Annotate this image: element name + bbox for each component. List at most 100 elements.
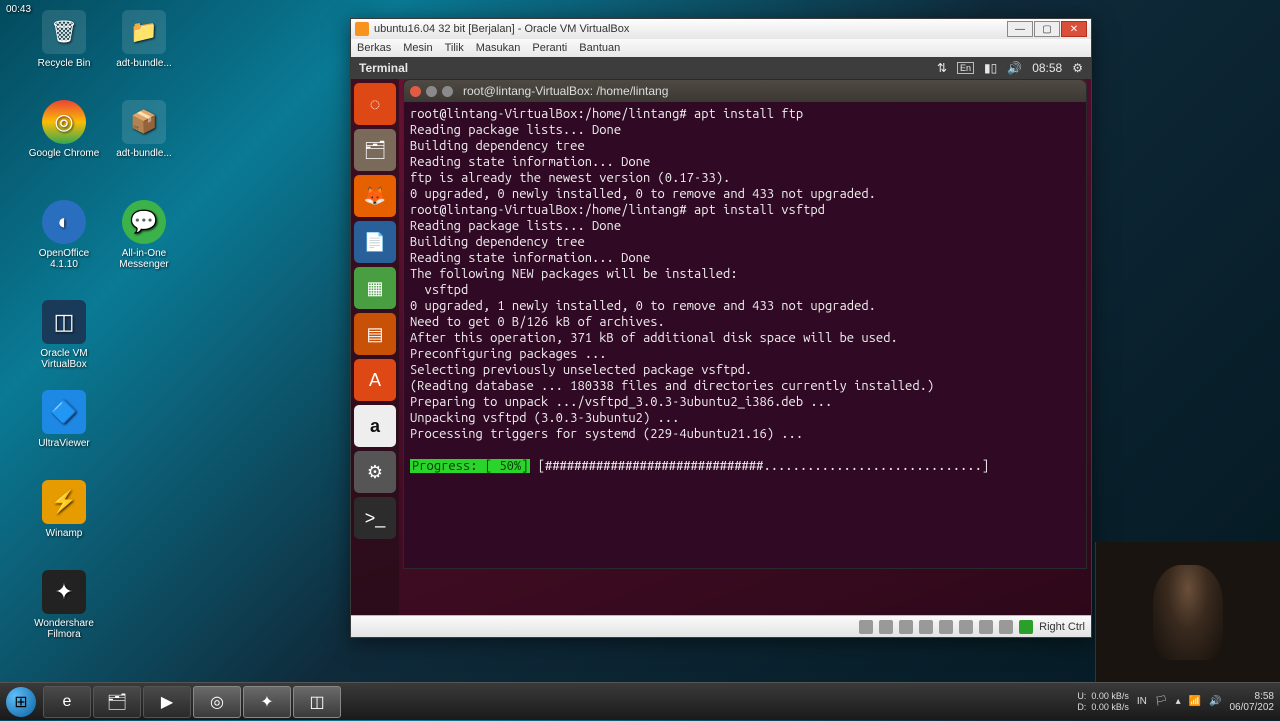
icon-label: Oracle VM VirtualBox	[28, 348, 100, 370]
desktop-icon-recycle-bin[interactable]: 🗑 Recycle Bin	[28, 10, 100, 69]
icon-label: adt-bundle...	[108, 58, 180, 69]
icon-label: UltraViewer	[28, 438, 100, 449]
desktop-icon-ultraviewer[interactable]: 🔷 UltraViewer	[28, 390, 100, 449]
tray-chevron-up-icon[interactable]: ▴	[1176, 696, 1181, 707]
terminal-window: root@lintang-VirtualBox: /home/lintang r…	[403, 79, 1087, 569]
launcher-software[interactable]: A	[354, 359, 396, 401]
vbox-display-icon[interactable]	[959, 620, 973, 634]
menu-bantuan[interactable]: Bantuan	[579, 42, 620, 54]
terminal-body[interactable]: root@lintang-VirtualBox:/home/lintang# a…	[404, 102, 1086, 478]
vbox-mouse-icon[interactable]	[999, 620, 1013, 634]
keyboard-lang[interactable]: En	[957, 62, 974, 74]
tray-clock[interactable]: 8:58 06/07/202	[1230, 691, 1275, 713]
vbox-statusbar: Right Ctrl	[351, 615, 1091, 637]
menu-berkas[interactable]: Berkas	[357, 42, 391, 54]
vbox-hostkey: Right Ctrl	[1039, 621, 1085, 633]
menu-mesin[interactable]: Mesin	[403, 42, 432, 54]
icon-label: OpenOffice 4.1.10	[28, 248, 100, 270]
chrome-icon: ◎	[42, 100, 86, 144]
vbox-shared-icon[interactable]	[939, 620, 953, 634]
progress-label: Progress: [ 50%]	[410, 459, 530, 473]
menu-peranti[interactable]: Peranti	[532, 42, 567, 54]
minimize-button[interactable]: —	[1007, 21, 1033, 37]
vbox-hd-icon[interactable]	[859, 620, 873, 634]
menu-tilik[interactable]: Tilik	[445, 42, 464, 54]
launcher-amazon[interactable]: a	[354, 405, 396, 447]
trash-icon: 🗑	[42, 10, 86, 54]
virtualbox-icon	[355, 22, 369, 36]
taskbar-mediaplayer[interactable]: ▶	[143, 686, 191, 718]
terminal-close-icon[interactable]	[410, 86, 421, 97]
volume-icon[interactable]: 🔊	[1007, 61, 1022, 75]
taskbar-ie[interactable]: e	[43, 686, 91, 718]
ubuntu-topbar-title: Terminal	[359, 61, 408, 75]
tray-lang[interactable]: IN	[1137, 696, 1147, 707]
icon-label: All-in-One Messenger	[108, 248, 180, 270]
taskbar-explorer[interactable]: 🗂	[93, 686, 141, 718]
openoffice-icon: ◐	[42, 200, 86, 244]
ubuntu-launcher: ◌ 🗂 🦊 📄 ▦ ▤ A a ⚙ >_	[351, 79, 399, 615]
progress-bar: [##############################.........…	[530, 459, 989, 473]
webcam-overlay	[1095, 542, 1280, 682]
launcher-firefox[interactable]: 🦊	[354, 175, 396, 217]
launcher-calc[interactable]: ▦	[354, 267, 396, 309]
vbox-title: ubuntu16.04 32 bit [Berjalan] - Oracle V…	[374, 23, 629, 35]
vbox-titlebar[interactable]: ubuntu16.04 32 bit [Berjalan] - Oracle V…	[351, 19, 1091, 39]
windows-icon: ⊞	[6, 687, 36, 717]
ubuntu-guest: Terminal ⇅ En ▮▯ 🔊 08:58 ⚙ ◌ 🗂 🦊 📄 ▦ ▤ A…	[351, 57, 1091, 615]
person-silhouette	[1153, 565, 1223, 660]
ultraviewer-icon: 🔷	[42, 390, 86, 434]
vbox-net-icon[interactable]	[899, 620, 913, 634]
vbox-menubar: Berkas Mesin Tilik Masukan Peranti Bantu…	[351, 39, 1091, 57]
network-icon[interactable]: ⇅	[937, 61, 947, 75]
close-button[interactable]: ✕	[1061, 21, 1087, 37]
gear-icon[interactable]: ⚙	[1072, 61, 1083, 75]
vbox-cd-icon[interactable]	[879, 620, 893, 634]
net-speed: U: 0.00 kB/s D: 0.00 kB/s	[1077, 691, 1129, 713]
ubuntu-topbar: Terminal ⇅ En ▮▯ 🔊 08:58 ⚙	[351, 57, 1091, 79]
winamp-icon: ⚡	[42, 480, 86, 524]
archive-icon: 📦	[122, 100, 166, 144]
terminal-titlebar[interactable]: root@lintang-VirtualBox: /home/lintang	[404, 80, 1086, 102]
desktop-icon-messenger[interactable]: 💬 All-in-One Messenger	[108, 200, 180, 270]
desktop-icon-adt2[interactable]: 📦 adt-bundle...	[108, 100, 180, 159]
taskbar-chrome[interactable]: ◎	[193, 686, 241, 718]
desktop-icon-adt[interactable]: 📁adt-bundle...	[108, 10, 180, 69]
icon-label: Winamp	[28, 528, 100, 539]
icon-label: Wondershare Filmora	[28, 618, 100, 640]
icon-label: adt-bundle...	[108, 148, 180, 159]
vbox-capture-icon[interactable]	[1019, 620, 1033, 634]
taskbar-filmora[interactable]: ✦	[243, 686, 291, 718]
icon-label: Recycle Bin	[28, 58, 100, 69]
desktop-icon-winamp[interactable]: ⚡ Winamp	[28, 480, 100, 539]
terminal-minimize-icon[interactable]	[426, 86, 437, 97]
tray-flag-icon[interactable]: 🏳	[1155, 696, 1168, 707]
launcher-files[interactable]: 🗂	[354, 129, 396, 171]
launcher-impress[interactable]: ▤	[354, 313, 396, 355]
menu-masukan[interactable]: Masukan	[476, 42, 521, 54]
system-tray: U: 0.00 kB/s D: 0.00 kB/s IN 🏳 ▴ 📶 🔊 8:5…	[1077, 691, 1280, 713]
maximize-button[interactable]: ▢	[1034, 21, 1060, 37]
windows-taskbar: ⊞ e 🗂 ▶ ◎ ✦ ◫ U: 0.00 kB/s D: 0.00 kB/s …	[0, 682, 1280, 720]
desktop-icon-filmora[interactable]: ✦Wondershare Filmora	[28, 570, 100, 640]
launcher-dash[interactable]: ◌	[354, 83, 396, 125]
tray-volume-icon[interactable]: 🔊	[1209, 696, 1221, 707]
virtualbox-window: ubuntu16.04 32 bit [Berjalan] - Oracle V…	[350, 18, 1092, 638]
battery-icon[interactable]: ▮▯	[984, 61, 997, 75]
desktop-icon-chrome[interactable]: ◎Google Chrome	[28, 100, 100, 159]
launcher-writer[interactable]: 📄	[354, 221, 396, 263]
desktop-icon-virtualbox[interactable]: ◫ Oracle VM VirtualBox	[28, 300, 100, 370]
virtualbox-icon: ◫	[42, 300, 86, 344]
taskbar-virtualbox[interactable]: ◫	[293, 686, 341, 718]
terminal-maximize-icon[interactable]	[442, 86, 453, 97]
launcher-settings[interactable]: ⚙	[354, 451, 396, 493]
terminal-title: root@lintang-VirtualBox: /home/lintang	[463, 84, 668, 98]
start-button[interactable]: ⊞	[0, 683, 42, 721]
messenger-icon: 💬	[122, 200, 166, 244]
tray-network-icon[interactable]: 📶	[1189, 696, 1201, 707]
desktop-icon-openoffice[interactable]: ◐ OpenOffice 4.1.10	[28, 200, 100, 270]
vbox-usb-icon[interactable]	[919, 620, 933, 634]
clock[interactable]: 08:58	[1032, 61, 1062, 75]
vbox-rec-icon[interactable]	[979, 620, 993, 634]
launcher-terminal[interactable]: >_	[354, 497, 396, 539]
